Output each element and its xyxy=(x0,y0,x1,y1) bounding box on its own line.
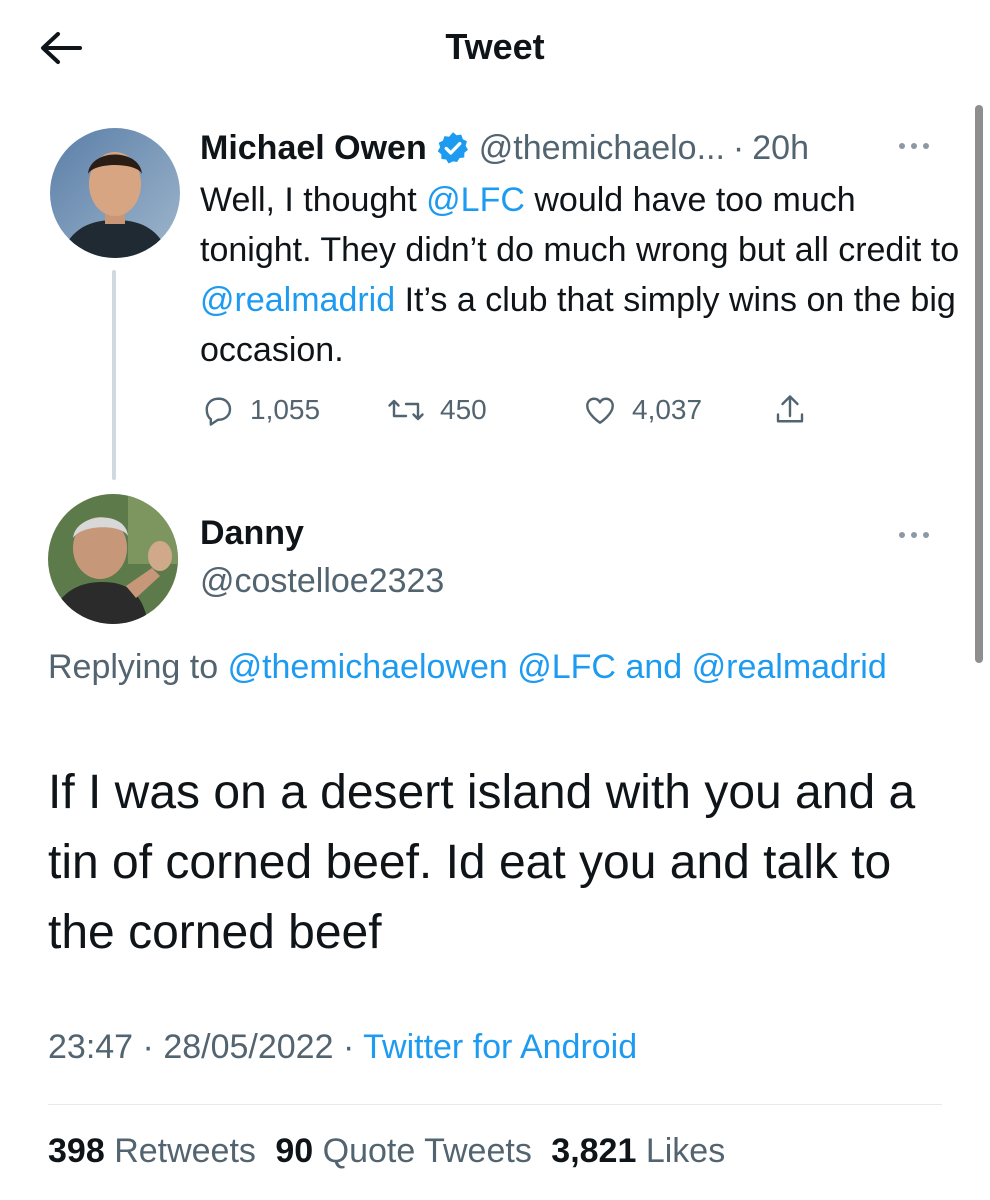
separator-dot: · xyxy=(142,1028,154,1066)
more-icon xyxy=(899,532,929,538)
tweet-timestamp[interactable]: 23:47 xyxy=(48,1028,133,1066)
verified-badge-icon xyxy=(437,132,468,164)
tweet-meta: 23:47 · 28/05/2022 · Twitter for Android xyxy=(48,1028,637,1067)
avatar-danny[interactable] xyxy=(48,494,178,624)
reply-count: 1,055 xyxy=(250,394,321,425)
divider xyxy=(48,1104,942,1105)
retweets-stat[interactable]: 398 Retweets xyxy=(48,1132,256,1170)
parent-more-button[interactable] xyxy=(888,131,940,161)
tweet-time[interactable]: 20h xyxy=(752,129,809,168)
retweets-count: 398 xyxy=(48,1132,105,1170)
mention-lfc[interactable]: @LFC xyxy=(426,181,525,219)
tweet-source[interactable]: Twitter for Android xyxy=(363,1028,637,1066)
reply-author-name[interactable]: Danny xyxy=(200,514,304,553)
parent-tweet-header: Michael Owen @themichaelo... · 20h xyxy=(200,126,809,170)
share-button[interactable] xyxy=(772,388,822,432)
page-title: Tweet xyxy=(445,26,545,67)
thread-connector-line xyxy=(112,270,116,480)
more-icon xyxy=(899,143,929,149)
quotes-count: 90 xyxy=(275,1132,314,1170)
parent-tweet-text: Well, I thought @LFC would have too much… xyxy=(200,175,960,375)
replying-label: Replying to xyxy=(48,648,219,686)
reply-more-button[interactable] xyxy=(888,520,940,550)
quotes-stat[interactable]: 90 Quote Tweets xyxy=(275,1132,531,1170)
separator-dot: · xyxy=(732,128,745,167)
author-name[interactable]: Michael Owen xyxy=(200,129,427,168)
like-button[interactable]: 4,037 xyxy=(582,388,702,432)
text-part: Well, I thought xyxy=(200,181,427,219)
quotes-label: Quote Tweets xyxy=(322,1132,532,1170)
mention-lfc[interactable]: @LFC xyxy=(517,648,616,686)
author-handle[interactable]: @themichaelo... xyxy=(479,129,725,168)
share-icon xyxy=(776,395,804,423)
retweets-label: Retweets xyxy=(114,1132,256,1170)
mention-themichaelowen[interactable]: @themichaelowen xyxy=(228,648,508,686)
heart-icon xyxy=(586,397,614,424)
reply-button[interactable]: 1,055 xyxy=(200,388,320,432)
scrollbar[interactable] xyxy=(975,105,983,663)
separator-dot: · xyxy=(342,1028,355,1066)
reply-tweet-text: If I was on a desert island with you and… xyxy=(48,766,916,959)
mention-realmadrid[interactable]: @realmadrid xyxy=(692,648,887,686)
reply-icon xyxy=(205,397,232,426)
likes-stat[interactable]: 3,821 Likes xyxy=(551,1132,725,1170)
tweet-date[interactable]: 28/05/2022 xyxy=(163,1028,333,1066)
like-count: 4,037 xyxy=(632,394,703,425)
mention-realmadrid[interactable]: @realmadrid xyxy=(200,281,395,319)
likes-count: 3,821 xyxy=(551,1132,637,1170)
retweet-button[interactable]: 450 xyxy=(386,388,487,432)
replying-and[interactable]: and xyxy=(625,648,682,686)
retweet-count: 450 xyxy=(440,394,487,425)
retweet-icon xyxy=(388,399,424,421)
likes-label: Likes xyxy=(645,1132,726,1170)
reply-author-handle[interactable]: @costelloe2323 xyxy=(200,562,444,601)
tweet-actions: 1,055 450 4,037 xyxy=(200,388,840,432)
avatar-michael-owen[interactable] xyxy=(50,128,180,258)
tweet-stats: 398 Retweets 90 Quote Tweets 3,821 Likes xyxy=(48,1132,725,1171)
replying-to: Replying to @themichaelowen @LFC and @re… xyxy=(48,640,928,694)
